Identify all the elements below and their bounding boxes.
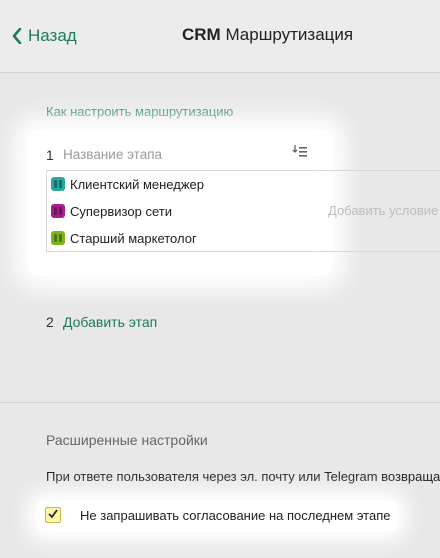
role-label: Старший маркетолог [70, 230, 197, 246]
sort-list-icon[interactable] [292, 144, 308, 158]
role-item-senior-marketer[interactable]: Старший маркетолог [51, 228, 197, 248]
last-stage-checkbox-label[interactable]: Не запрашивать согласование на последнем… [80, 508, 390, 523]
help-link[interactable]: Как настроить маршрутизацию [46, 104, 233, 119]
stage-name-input[interactable]: Название этапа [63, 147, 162, 162]
stage-1-number: 1 [46, 147, 54, 163]
role-icon [51, 231, 65, 245]
chevron-left-icon [12, 28, 22, 44]
role-icon [51, 177, 65, 191]
role-icon [51, 204, 65, 218]
add-condition-button[interactable]: Добавить условие [328, 203, 438, 218]
roles-list: Клиентский менеджер Супервизор сети Стар… [46, 170, 315, 252]
role-label: Супервизор сети [70, 203, 172, 219]
last-stage-option: Не запрашивать согласование на последнем… [36, 500, 398, 532]
reply-setting-text: При ответе пользователя через эл. почту … [46, 469, 440, 484]
header-bar: Назад CRM Маршрутизация [0, 0, 440, 73]
checkmark-icon [48, 509, 58, 519]
page-title-rest: Маршрутизация [225, 25, 354, 44]
last-stage-checkbox[interactable] [45, 507, 61, 523]
stage-2-number: 2 [46, 314, 54, 330]
back-button[interactable]: Назад [12, 24, 77, 48]
role-item-supervisor[interactable]: Супервизор сети [51, 201, 172, 221]
page-title-bold: CRM [182, 25, 221, 44]
advanced-settings-title: Расширенные настройки [46, 432, 208, 448]
add-stage-button[interactable]: Добавить этап [63, 314, 157, 330]
role-label: Клиентский менеджер [70, 176, 204, 192]
page-title: CRM Маршрутизация [182, 25, 353, 45]
back-label: Назад [28, 26, 77, 45]
role-item-client-manager[interactable]: Клиентский менеджер [51, 174, 204, 194]
section-divider [0, 402, 440, 403]
stage-1-card: 1 Название этапа Клиентский менеджер Суп… [28, 130, 332, 276]
